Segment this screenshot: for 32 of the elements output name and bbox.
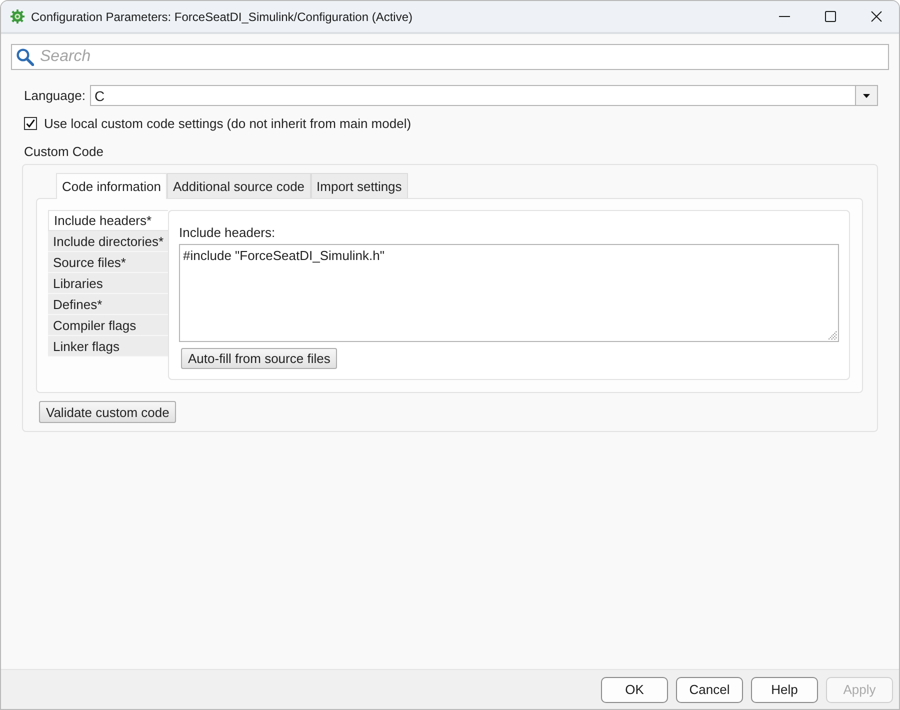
minimize-icon[interactable] (778, 16, 790, 17)
search-icon (16, 48, 34, 66)
resize-grip-icon[interactable] (828, 330, 837, 340)
validate-button[interactable]: Validate custom code (39, 401, 176, 423)
checkbox-label[interactable]: Use local custom code settings (do not inherit from main model) (44, 116, 412, 131)
code-text-area[interactable]: #include "ForceSeatDI_Simulink.h" (179, 244, 839, 342)
section-list-item[interactable]: Libraries (48, 273, 168, 294)
section-list-item[interactable]: Include directories* (48, 231, 168, 252)
tab[interactable]: Import settings (310, 173, 408, 198)
close-icon[interactable] (870, 11, 882, 22)
caret-icon (863, 94, 870, 98)
language-label: Language: (24, 88, 86, 103)
tab[interactable]: Additional source code (167, 173, 311, 198)
window-title: Configuration Parameters: ForceSeatDI_Simulink/Configuration (Active) (31, 10, 412, 24)
dialog-button[interactable]: OK (601, 676, 668, 702)
dialog-button[interactable]: Help (751, 676, 818, 702)
tab[interactable]: Code information (56, 173, 167, 199)
maximize-icon[interactable] (824, 11, 836, 22)
language-dropdown[interactable]: C (90, 85, 878, 106)
editor-label: Include headers: (179, 225, 276, 240)
checkmark-icon (26, 119, 35, 128)
section-list-item[interactable]: Include headers* (48, 210, 168, 231)
checkbox[interactable] (24, 117, 37, 130)
dropdown-button[interactable] (855, 86, 877, 105)
section-list-item[interactable]: Linker flags (48, 336, 168, 357)
section-list-item[interactable]: Source files* (48, 252, 168, 273)
section-title: Custom Code (24, 144, 104, 159)
section-list-item[interactable]: Compiler flags (48, 315, 168, 336)
section-list-item[interactable]: Defines* (48, 294, 168, 315)
gear-icon (10, 9, 25, 24)
autofill-button[interactable]: Auto-fill from source files (181, 348, 338, 369)
dialog-button[interactable]: Cancel (676, 676, 743, 702)
